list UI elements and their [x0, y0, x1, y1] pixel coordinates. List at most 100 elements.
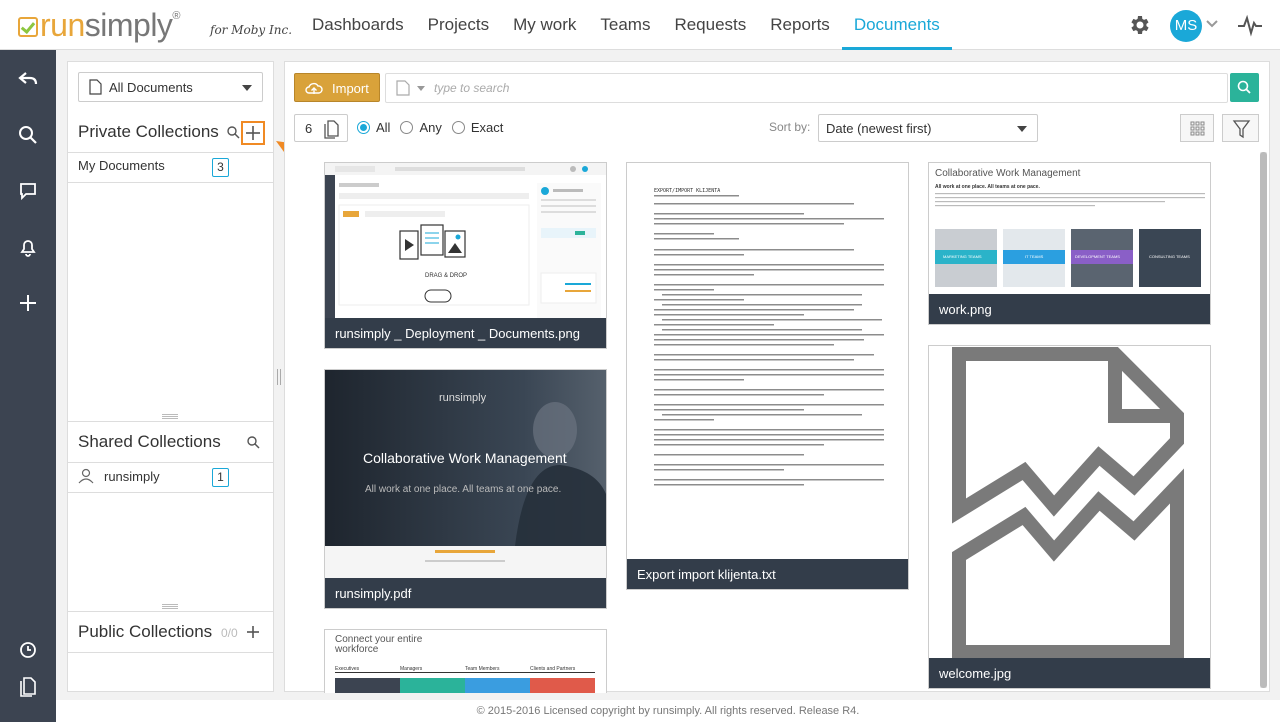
team-label: DEVELOPMENT TEAMS [1075, 254, 1120, 259]
chat-icon[interactable] [16, 179, 40, 203]
pdf-logo-text: runsimply [439, 392, 487, 404]
txt-heading-text: EXPORT/IMPORT KLIJENTA [654, 188, 721, 194]
radio-any[interactable]: Any [400, 120, 442, 135]
nav-reports[interactable]: Reports [758, 0, 842, 50]
user-icon [78, 468, 94, 484]
broken-image-icon [952, 347, 1184, 659]
nav-my-work[interactable]: My work [501, 0, 588, 50]
collection-runsimply[interactable]: runsimply [78, 468, 263, 492]
sort-select[interactable]: Date (newest first) [818, 114, 1038, 142]
public-collections-title: Public Collections [78, 622, 213, 641]
team-label: MARKETING TEAMS [943, 254, 982, 259]
shared-collections-title: Shared Collections [78, 432, 221, 451]
runsimply-logo[interactable]: run simply ® [18, 8, 181, 42]
document-icon[interactable] [396, 80, 410, 96]
collections-panel: All Documents Private Collections My Doc… [67, 61, 274, 692]
nav-projects[interactable]: Projects [416, 0, 501, 50]
pdf-subtitle-text: All work at one place. All teams at one … [365, 484, 562, 495]
scrollbar-thumb[interactable] [1260, 152, 1267, 688]
company-name: for Moby Inc. [210, 23, 293, 37]
scrollbar[interactable] [1260, 152, 1267, 688]
document-name: Export import klijenta.txt [627, 559, 908, 589]
plus-icon[interactable] [246, 625, 260, 639]
document-thumbnail [929, 346, 1210, 660]
import-button[interactable]: Import [294, 73, 380, 102]
filter-icon [1232, 120, 1251, 139]
match-mode-radios: All Any Exact [357, 120, 513, 135]
user-avatar[interactable]: MS [1170, 10, 1202, 42]
work-subtitle-text: All work at one place. All teams at one … [935, 184, 1040, 190]
caret-down-icon [242, 85, 252, 91]
document-card[interactable]: welcome.jpg [928, 345, 1211, 689]
chevron-down-icon[interactable] [1205, 19, 1219, 29]
clock-icon[interactable] [16, 638, 40, 662]
document-thumbnail: Collaborative Work Management All work a… [929, 163, 1210, 296]
plus-icon [246, 126, 260, 140]
search-icon[interactable] [226, 125, 240, 139]
back-icon[interactable] [16, 67, 40, 91]
panel-splitter[interactable] [277, 369, 281, 385]
search-icon[interactable] [16, 123, 40, 147]
nav-dashboards[interactable]: Dashboards [300, 0, 416, 50]
top-bar: run simply ® for Moby Inc. Dashboards Proj… [0, 0, 1280, 50]
document-card[interactable]: Connect your entire workforce Executives… [324, 629, 607, 693]
public-collections-count: 0/0 [221, 626, 238, 640]
documents-icon [324, 120, 339, 139]
page-size-button[interactable]: 6 [294, 114, 348, 142]
caret-down-icon[interactable] [417, 86, 425, 91]
radio-all[interactable]: All [357, 120, 390, 135]
document-thumbnail: Connect your entire workforce Executives… [325, 630, 606, 693]
document-card[interactable]: Collaborative Work Management All work a… [928, 162, 1211, 325]
document-name: welcome.jpg [929, 658, 1210, 688]
resize-handle[interactable] [162, 414, 178, 419]
private-collections-title: Private Collections [78, 122, 219, 141]
text-lines-icon [654, 195, 884, 486]
teams-banner-icon [935, 193, 1205, 287]
activity-icon[interactable] [1237, 13, 1263, 37]
logo-check-icon [18, 17, 38, 37]
document-name: work.png [929, 294, 1210, 324]
radio-exact[interactable]: Exact [451, 120, 503, 135]
left-sidebar [0, 50, 56, 722]
bell-icon[interactable] [16, 235, 40, 259]
search-placeholder: type to search [434, 81, 510, 95]
documents-main: Import type to search 6 All Any Exact So… [284, 61, 1270, 693]
search-button[interactable] [1230, 73, 1259, 102]
count-badge: 1 [212, 468, 229, 487]
collection-my-documents[interactable]: My Documents [78, 158, 263, 182]
team-label: IT TEAMS [1025, 254, 1044, 259]
caret-down-icon [1017, 126, 1027, 132]
footer: © 2015-2016 Licensed copyright by runsim… [56, 700, 1280, 722]
add-private-collection-button[interactable] [241, 121, 265, 145]
workforce-title-text: Connect your entire workforce [335, 634, 423, 655]
document-thumbnail: EXPORT/IMPORT KLIJENTA [627, 163, 908, 561]
count-badge: 3 [212, 158, 229, 177]
pdf-title-text: Collaborative Work Management [363, 450, 567, 466]
nav-teams[interactable]: Teams [588, 0, 662, 50]
documents-icon[interactable] [16, 674, 40, 698]
grid-view-button[interactable] [1180, 114, 1214, 142]
sort-label: Sort by: [769, 120, 811, 134]
team-label: CONSULTING TEAMS [1149, 254, 1190, 259]
drag-drop-text: DRAG & DROP [425, 273, 468, 279]
nav-documents[interactable]: Documents [841, 0, 952, 50]
document-thumbnail: DRAG & DROP [325, 163, 606, 320]
document-card[interactable]: DRAG & DROP runsimply _ Deployment _ Doc… [324, 162, 607, 349]
gear-icon[interactable] [1127, 13, 1151, 37]
search-icon [1237, 80, 1251, 94]
document-card[interactable]: runsimply Collaborative Work Management … [324, 369, 607, 609]
cloud-upload-icon [305, 82, 323, 94]
document-thumbnail: runsimply Collaborative Work Management … [325, 370, 606, 580]
search-input[interactable]: type to search [385, 73, 1228, 103]
documents-filter-select[interactable]: All Documents [78, 72, 263, 102]
search-icon[interactable] [246, 435, 260, 449]
nav-requests[interactable]: Requests [662, 0, 758, 50]
document-name: runsimply _ Deployment _ Documents.png [325, 318, 606, 348]
document-card[interactable]: EXPORT/IMPORT KLIJENTA Export import kli… [626, 162, 909, 590]
main-nav: Dashboards Projects My work Teams Reques… [300, 0, 952, 50]
screenshot-thumbnail-icon [325, 163, 606, 320]
grid-icon [1190, 121, 1205, 136]
plus-icon[interactable] [16, 291, 40, 315]
filter-button[interactable] [1222, 114, 1259, 142]
resize-handle[interactable] [162, 604, 178, 609]
